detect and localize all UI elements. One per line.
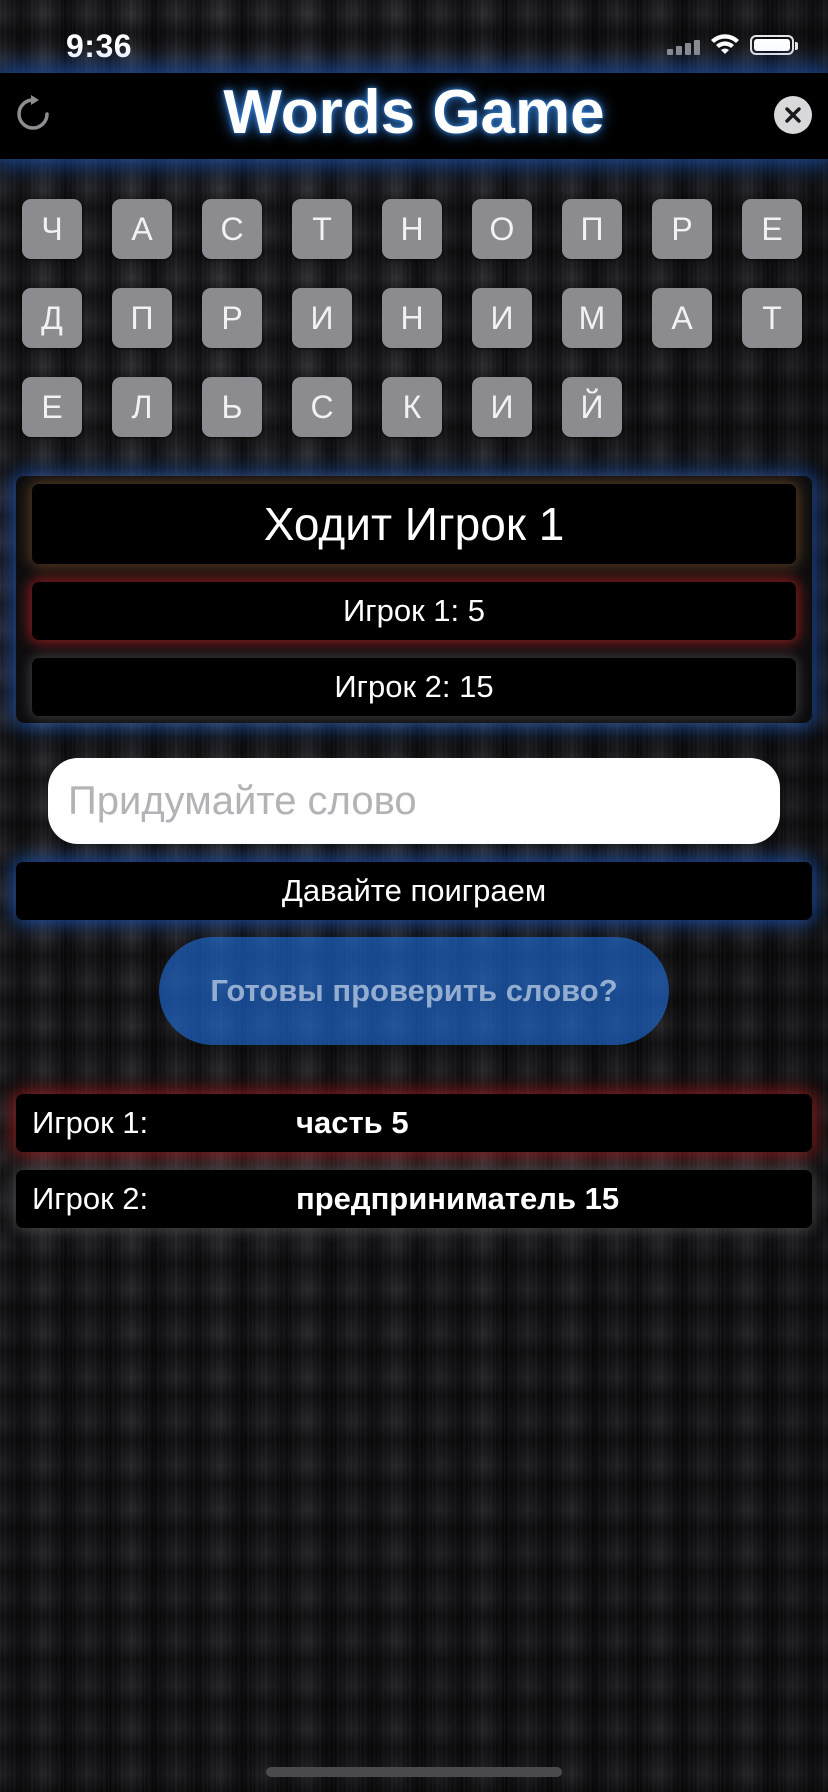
page-title: Words Game (223, 78, 605, 147)
letter-tile[interactable]: Т (742, 288, 802, 348)
history-word: часть 5 (296, 1105, 409, 1140)
history-player-label: Игрок 1: (32, 1105, 149, 1140)
letter-tile[interactable]: С (292, 377, 352, 437)
letter-tile[interactable]: И (472, 288, 532, 348)
player1-score: Игрок 1: 5 (32, 582, 796, 640)
history-word: предприниматель 15 (296, 1181, 620, 1216)
letter-tile[interactable]: Н (382, 288, 442, 348)
check-word-button[interactable]: Готовы проверить слово? (159, 937, 669, 1045)
status-time: 9:36 (66, 28, 133, 64)
letter-tile[interactable]: Й (562, 377, 622, 437)
letter-tile[interactable]: П (112, 288, 172, 348)
letter-tile[interactable]: А (652, 288, 712, 348)
close-icon (785, 107, 801, 123)
letter-tile[interactable]: Е (742, 199, 802, 259)
word-input[interactable] (48, 758, 780, 844)
letter-tile[interactable]: И (472, 377, 532, 437)
letter-tile[interactable]: М (562, 288, 622, 348)
letter-tile[interactable]: Ь (202, 377, 262, 437)
letter-tile[interactable]: А (112, 199, 172, 259)
home-indicator (266, 1767, 562, 1777)
wifi-icon (711, 34, 739, 54)
battery-icon (750, 35, 798, 55)
letter-tile[interactable]: С (202, 199, 262, 259)
letter-tile[interactable]: Р (652, 199, 712, 259)
letter-tile[interactable]: Л (112, 377, 172, 437)
letter-tile[interactable]: И (292, 288, 352, 348)
player2-score: Игрок 2: 15 (32, 658, 796, 716)
letter-tile[interactable]: П (562, 199, 622, 259)
history-row-player2: Игрок 2: предприниматель 15 (16, 1170, 812, 1228)
letter-tile[interactable]: Р (202, 288, 262, 348)
current-turn-label: Ходит Игрок 1 (32, 484, 796, 564)
letter-tile[interactable]: Ч (22, 199, 82, 259)
letter-tile[interactable]: Д (22, 288, 82, 348)
history-player-label: Игрок 2: (32, 1181, 149, 1216)
turn-panel: Ходит Игрок 1 Игрок 1: 5 Игрок 2: 15 (16, 476, 812, 723)
letter-tile[interactable]: Н (382, 199, 442, 259)
close-button[interactable] (774, 96, 812, 134)
letter-tile[interactable]: Е (22, 377, 82, 437)
cellular-signal-icon (667, 35, 700, 55)
header-bar: Words Game (0, 73, 828, 159)
letter-tile[interactable]: О (472, 199, 532, 259)
letter-tile[interactable]: Т (292, 199, 352, 259)
status-indicators (667, 34, 798, 56)
message-bar: Давайте поиграем (16, 862, 812, 920)
letter-tile[interactable]: К (382, 377, 442, 437)
history-row-player1: Игрок 1: часть 5 (16, 1094, 812, 1152)
